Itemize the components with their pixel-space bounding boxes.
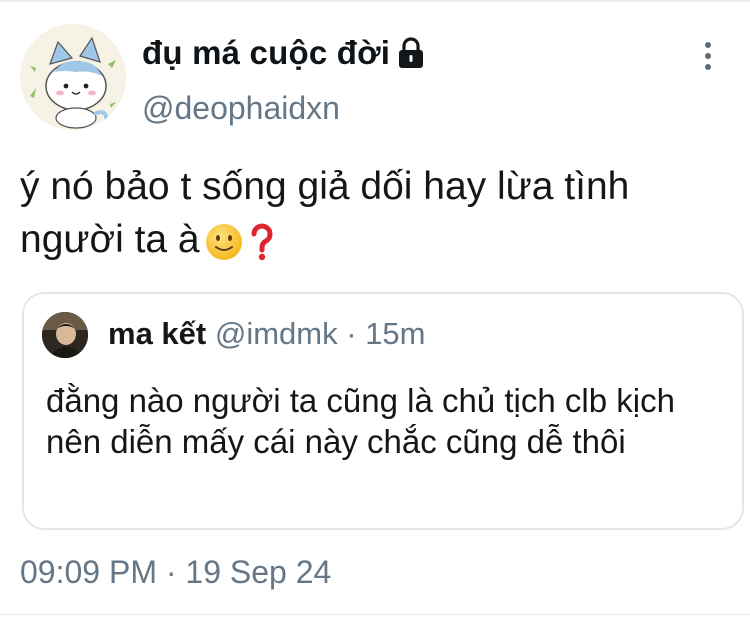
quoted-separator: · xyxy=(346,316,357,351)
quoted-tweet-header: ma kết @imdmk · 15m xyxy=(108,316,426,352)
quoted-avatar-photo-icon xyxy=(42,312,88,358)
quoted-tweet-text: đằng nào người ta cũng là chủ tịch clb k… xyxy=(46,382,675,460)
slightly-smiling-face-icon xyxy=(205,223,242,260)
tweet-text-content: ý nó bảo t sống giả dối hay lừa tình ngư… xyxy=(20,165,630,261)
more-vertical-icon[interactable] xyxy=(700,40,716,72)
quoted-tweet-card[interactable]: ma kết @imdmk · 15m đằng nào người ta cũ… xyxy=(22,292,744,530)
tweet-timestamp[interactable]: 09:09 PM · 19 Sep 24 xyxy=(20,554,331,591)
quoted-handle: @imdmk xyxy=(214,316,338,351)
bottom-divider xyxy=(0,614,750,615)
author-name-row: đụ má cuộc đời xyxy=(142,34,426,72)
quoted-author-avatar[interactable] xyxy=(42,312,88,358)
red-question-mark-icon xyxy=(251,223,273,260)
lock-icon xyxy=(399,37,424,68)
cat-avatar-icon xyxy=(20,24,126,130)
author-avatar[interactable] xyxy=(20,24,126,130)
author-display-name[interactable]: đụ má cuộc đời xyxy=(142,34,390,72)
author-handle[interactable]: @deophaidxn xyxy=(142,90,340,127)
quoted-time-ago: 15m xyxy=(365,316,426,351)
quoted-display-name: ma kết xyxy=(108,316,207,351)
top-divider xyxy=(0,0,750,2)
tweet-text: ý nó bảo t sống giả dối hay lừa tình ngư… xyxy=(20,160,720,266)
